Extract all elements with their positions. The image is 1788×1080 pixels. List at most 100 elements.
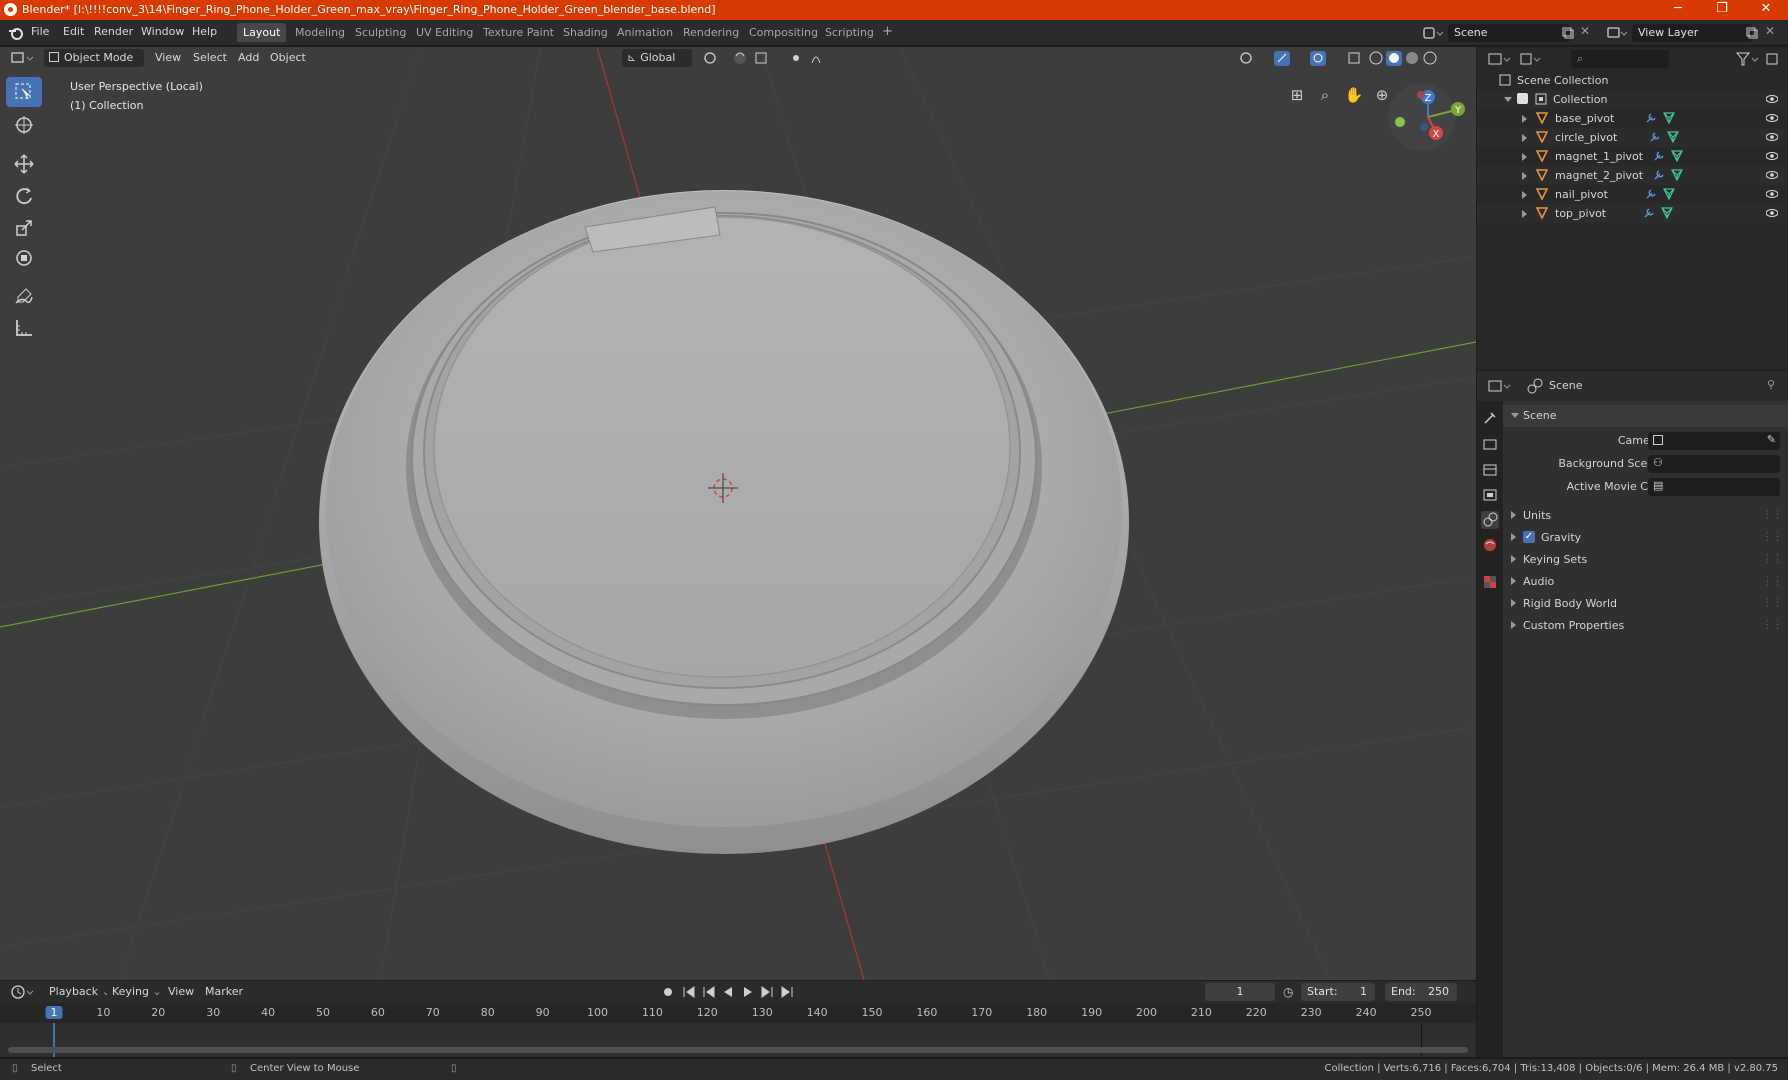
gravity-checkbox[interactable]: ✓: [1523, 531, 1535, 543]
tab-modeling[interactable]: Modeling: [289, 23, 351, 42]
snapping-tools[interactable]: [702, 50, 832, 66]
visibility-eye-icon[interactable]: [1766, 188, 1778, 200]
outliner-object-row[interactable]: magnet_1_pivot: [1477, 147, 1788, 166]
view-layer-icon[interactable]: [1606, 25, 1628, 41]
outliner-search-input[interactable]: ⌕: [1571, 50, 1669, 68]
expand-arrow-icon[interactable]: [1522, 210, 1527, 218]
close-button[interactable]: ✕: [1744, 0, 1788, 20]
modifier-wrench-icon[interactable]: [1645, 112, 1657, 124]
world-tab-icon[interactable]: [1481, 536, 1499, 554]
timeline-menu-view[interactable]: View: [163, 983, 199, 1001]
visibility-eye-icon[interactable]: [1766, 150, 1778, 162]
tool-tab-icon[interactable]: [1481, 409, 1499, 427]
expand-arrow-icon[interactable]: [1522, 153, 1527, 161]
modifier-wrench-icon[interactable]: [1653, 169, 1665, 181]
tab-animation[interactable]: Animation: [611, 23, 679, 42]
properties-section-custom-properties[interactable]: Custom Properties ⋮⋮: [1503, 615, 1788, 637]
scene-name-field[interactable]: Scene: [1448, 24, 1570, 42]
outliner-object-row[interactable]: magnet_2_pivot: [1477, 166, 1788, 185]
move-tool[interactable]: [6, 149, 42, 179]
expand-arrow-icon[interactable]: [1511, 555, 1516, 563]
minimize-button[interactable]: ─: [1656, 0, 1700, 20]
outliner-object-row[interactable]: top_pivot: [1477, 204, 1788, 223]
drag-handle-icon[interactable]: ⋮⋮: [1762, 574, 1783, 587]
start-frame-field[interactable]: Start: 1: [1301, 983, 1375, 1001]
collection-checkbox[interactable]: [1517, 93, 1528, 104]
timeline-ruler[interactable]: 1 10 20 30 40 50 60 70 80 90 100 110 120 130 140 150 160…: [0, 1003, 1476, 1023]
modifier-wrench-icon[interactable]: [1649, 131, 1661, 143]
toggle-grid-icon[interactable]: ⊞: [1284, 82, 1310, 108]
modifier-wrench-icon[interactable]: [1645, 188, 1657, 200]
keying-menu[interactable]: Keying ⌄: [107, 983, 167, 1001]
current-frame-field[interactable]: 1: [1205, 983, 1275, 1001]
properties-editor-icon[interactable]: [1487, 378, 1513, 394]
pin-icon[interactable]: ⚲: [1767, 378, 1775, 391]
tab-scripting[interactable]: Scripting: [819, 23, 880, 42]
eyedropper-icon[interactable]: ✎: [1767, 433, 1776, 446]
annotate-tool[interactable]: [6, 282, 42, 312]
tab-rendering[interactable]: Rendering: [677, 23, 745, 42]
camera-view-icon[interactable]: ⌕: [1312, 82, 1338, 108]
outliner-object-row[interactable]: circle_pivot: [1477, 128, 1788, 147]
menu-render[interactable]: Render: [94, 25, 133, 38]
expand-arrow-icon[interactable]: [1511, 599, 1516, 607]
scene-panel-collapse-icon[interactable]: [1511, 413, 1519, 418]
mesh-data-icon[interactable]: [1671, 169, 1683, 181]
tab-compositing[interactable]: Compositing: [743, 23, 824, 42]
view-layer-field[interactable]: View Layer: [1632, 24, 1752, 42]
properties-section-audio[interactable]: Audio ⋮⋮: [1503, 571, 1788, 593]
drag-handle-icon[interactable]: ⋮⋮: [1762, 618, 1783, 631]
drag-handle-icon[interactable]: ⋮⋮: [1762, 530, 1783, 543]
output-tab-icon[interactable]: [1481, 461, 1499, 479]
menu-help[interactable]: Help: [192, 25, 217, 38]
properties-section-rigid-body-world[interactable]: Rigid Body World ⋮⋮: [1503, 593, 1788, 615]
editor-type-icon[interactable]: [10, 50, 36, 66]
expand-arrow-icon[interactable]: [1522, 115, 1527, 123]
tab-sculpting[interactable]: Sculpting: [349, 23, 412, 42]
orientation-dropdown[interactable]: ⊾ Global: [622, 49, 692, 67]
add-workspace-button[interactable]: +: [876, 23, 899, 42]
mesh-data-icon[interactable]: [1667, 131, 1679, 143]
3d-viewport[interactable]: Object Mode View Select Add Object ⊾ Glob…: [0, 47, 1476, 980]
camera-field[interactable]: ✎: [1648, 432, 1780, 450]
object-mode-dropdown[interactable]: Object Mode: [44, 49, 144, 67]
menu-file[interactable]: File: [31, 25, 49, 38]
end-frame-field[interactable]: End: 250: [1385, 983, 1457, 1001]
viewport-menu-object[interactable]: Object: [265, 49, 311, 67]
viewport-menu-view[interactable]: View: [150, 49, 186, 67]
properties-section-gravity[interactable]: ✓ Gravity ⋮⋮: [1503, 527, 1788, 549]
mesh-data-icon[interactable]: [1671, 150, 1683, 162]
playback-controls[interactable]: [660, 984, 796, 1000]
outliner-header-icons[interactable]: [1487, 51, 1547, 67]
viewport-shading-controls[interactable]: [1238, 50, 1468, 66]
properties-section-keying-sets[interactable]: Keying Sets ⋮⋮: [1503, 549, 1788, 571]
rotate-tool[interactable]: [6, 181, 42, 211]
transform-tool[interactable]: [6, 243, 42, 273]
modifier-wrench-icon[interactable]: [1643, 207, 1655, 219]
timer-icon[interactable]: ◷: [1283, 985, 1293, 999]
expand-arrow-icon[interactable]: [1522, 172, 1527, 180]
viewport-menu-select[interactable]: Select: [188, 49, 232, 67]
viewport-menu-add[interactable]: Add: [233, 49, 264, 67]
playback-menu[interactable]: Playback ⌄: [44, 983, 116, 1001]
scene-tab-icon[interactable]: [1481, 511, 1499, 529]
expand-arrow-icon[interactable]: [1511, 533, 1516, 541]
render-tab-icon[interactable]: [1481, 435, 1499, 453]
remove-view-layer-icon[interactable]: ✕: [1765, 24, 1775, 38]
collapse-arrow-icon[interactable]: [1504, 97, 1512, 102]
ring-holder-model[interactable]: [319, 190, 1129, 854]
visibility-eye-icon[interactable]: [1766, 207, 1778, 219]
outliner-collection-row[interactable]: Collection: [1477, 90, 1788, 109]
background-scene-field[interactable]: ⚇: [1648, 455, 1780, 473]
outliner-object-row[interactable]: nail_pivot: [1477, 185, 1788, 204]
scale-tool[interactable]: [6, 213, 42, 243]
blender-menu-icon[interactable]: [8, 25, 24, 41]
tab-shading[interactable]: Shading: [557, 23, 614, 42]
visibility-eye-icon[interactable]: [1766, 169, 1778, 181]
scene-panel-header[interactable]: Scene: [1503, 405, 1788, 427]
drag-handle-icon[interactable]: ⋮⋮: [1762, 596, 1783, 609]
tab-uv-editing[interactable]: UV Editing: [410, 23, 479, 42]
expand-arrow-icon[interactable]: [1511, 577, 1516, 585]
menu-window[interactable]: Window: [141, 25, 184, 38]
cursor-tool[interactable]: [6, 110, 42, 140]
